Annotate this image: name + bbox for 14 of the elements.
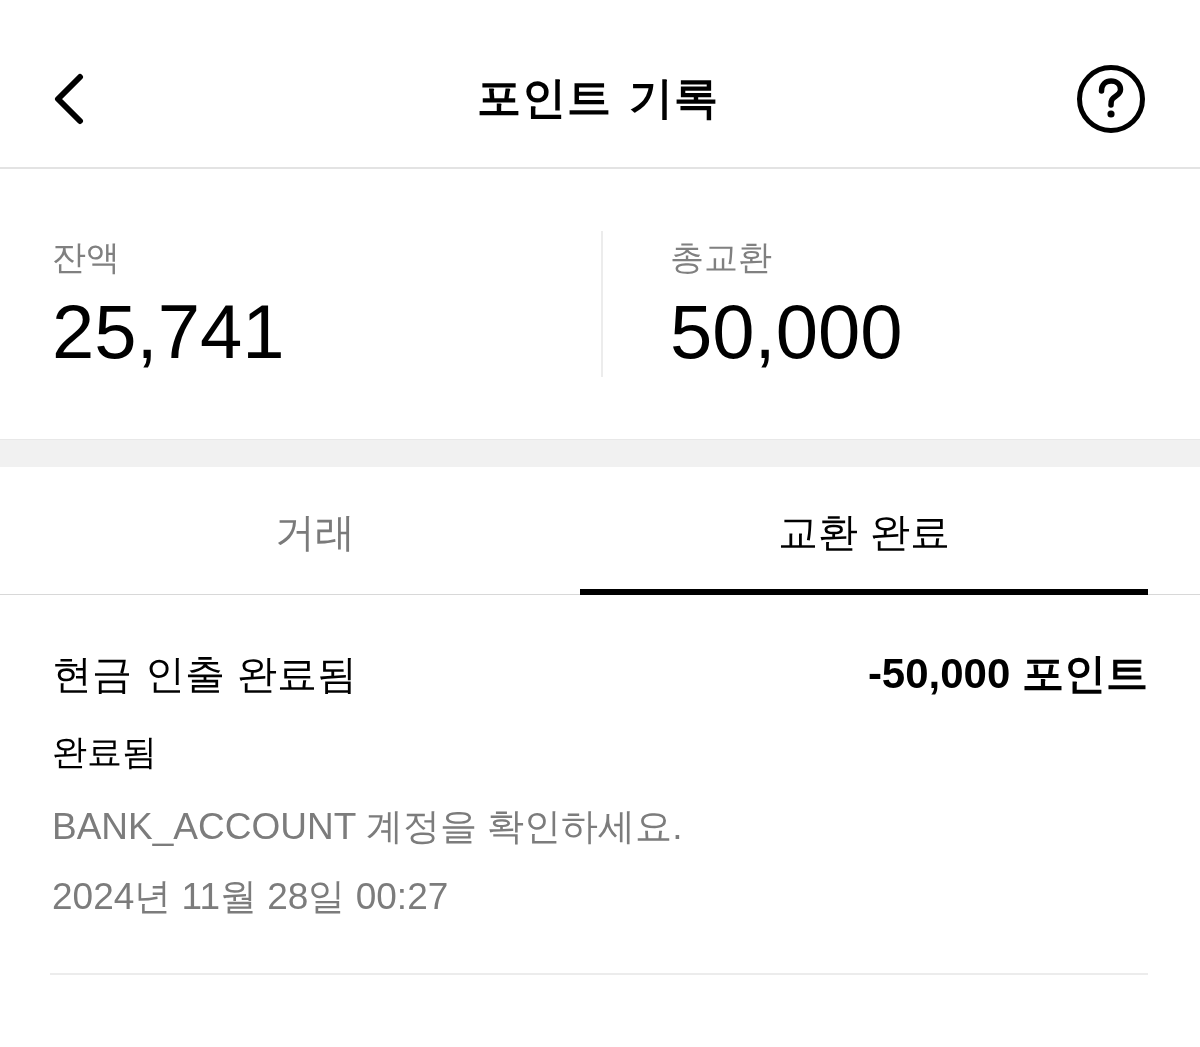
summary-label: 잔액	[52, 236, 120, 278]
transaction-amount: -50,000 포인트	[867, 649, 1148, 699]
page-title: 포인트 기록	[476, 71, 720, 125]
help-button[interactable]	[1076, 63, 1146, 134]
summary-value: 50,000	[670, 291, 903, 372]
transaction-note: BANK_ACCOUNT 계정을 확인하세요.	[51, 805, 683, 850]
summary-value: 25,741	[52, 291, 285, 372]
transaction-status: 완료됨	[51, 730, 157, 774]
help-icon	[1076, 63, 1146, 134]
transaction-date: 2024년 11월 28일 00:27	[51, 875, 449, 920]
tab[interactable]: 교환 완료	[580, 467, 1148, 595]
summary-label: 총교환	[670, 236, 772, 278]
tab[interactable]: 거래	[50, 467, 580, 595]
transaction-title: 현금 인출 완료됨	[52, 650, 358, 699]
